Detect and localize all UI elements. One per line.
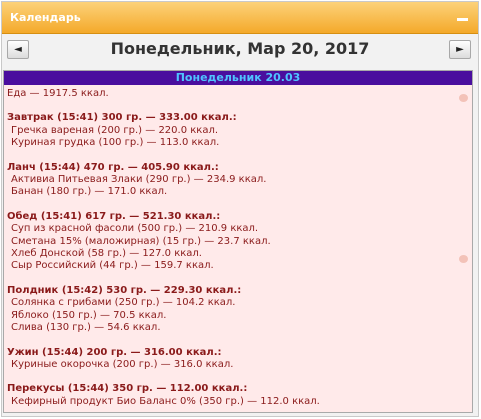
drag-handle-icon[interactable] <box>459 255 468 263</box>
food-item: Куриная грудка (100 гр.) — 113.0 ккал. <box>11 137 220 149</box>
next-day-button[interactable]: ► <box>449 40 471 59</box>
food-item: Слива (130 гр.) — 54.6 ккал. <box>11 322 161 334</box>
meal-title: Ланч (15:44) 470 гр. — 405.90 ккал.: <box>7 161 219 173</box>
drag-handle-icon[interactable] <box>459 94 468 102</box>
food-log: Еда — 1917.5 ккал. Завтрак (15:41) 300 г… <box>4 85 472 408</box>
meal-title: Перекусы (15:44) 350 гр. — 112.00 ккал.: <box>7 383 248 395</box>
current-date: Понедельник, Мар 20, 2017 <box>110 39 370 58</box>
food-item: Суп из красной фасоли (500 гр.) — 210.9 … <box>11 223 259 235</box>
food-item: Яблоко (150 гр.) — 70.5 ккал. <box>11 309 167 321</box>
date-navigation: ◄ Понедельник, Мар 20, 2017 ► <box>2 34 478 70</box>
arrow-right-icon: ► <box>456 44 464 55</box>
food-item: Солянка с грибами (250 гр.) — 104.2 ккал… <box>11 297 236 309</box>
food-item: Активиа Питьевая Злаки (290 гр.) — 234.9… <box>11 174 267 186</box>
food-item: Хлеб Донской (58 гр.) — 127.0 ккал. <box>11 248 202 260</box>
minimize-icon[interactable] <box>457 18 468 21</box>
meal-title: Полдник (15:42) 530 гр. — 229.30 ккал.: <box>7 284 242 296</box>
meal-title: Завтрак (15:41) 300 гр. — 333.00 ккал.: <box>7 112 237 124</box>
food-item: Сыр Российский (44 гр.) — 159.7 ккал. <box>11 260 214 272</box>
food-item: Гречка вареная (200 гр.) — 220.0 ккал. <box>11 124 219 136</box>
food-item: Куриные окорочка (200 гр.) — 316.0 ккал. <box>11 358 234 370</box>
meal-title: Обед (15:41) 617 гр. — 521.30 ккал.: <box>7 210 221 222</box>
day-header[interactable]: Понедельник 20.03 <box>4 71 472 85</box>
widget-title: Календарь <box>10 11 81 24</box>
meal-title: Ужин (15:44) 200 гр. — 316.00 ккал.: <box>7 346 222 358</box>
day-entry: Понедельник 20.03 Еда — 1917.5 ккал. Зав… <box>3 70 473 413</box>
food-item: Банан (180 гр.) — 171.0 ккал. <box>11 186 168 198</box>
food-item: Кефирный продукт Био Баланс 0% (350 гр.)… <box>11 395 320 407</box>
widget-titlebar: Календарь <box>2 2 478 34</box>
food-item: Сметана 15% (маложирная) (15 гр.) — 23.7… <box>11 235 271 247</box>
daily-total: Еда — 1917.5 ккал. <box>7 88 109 99</box>
